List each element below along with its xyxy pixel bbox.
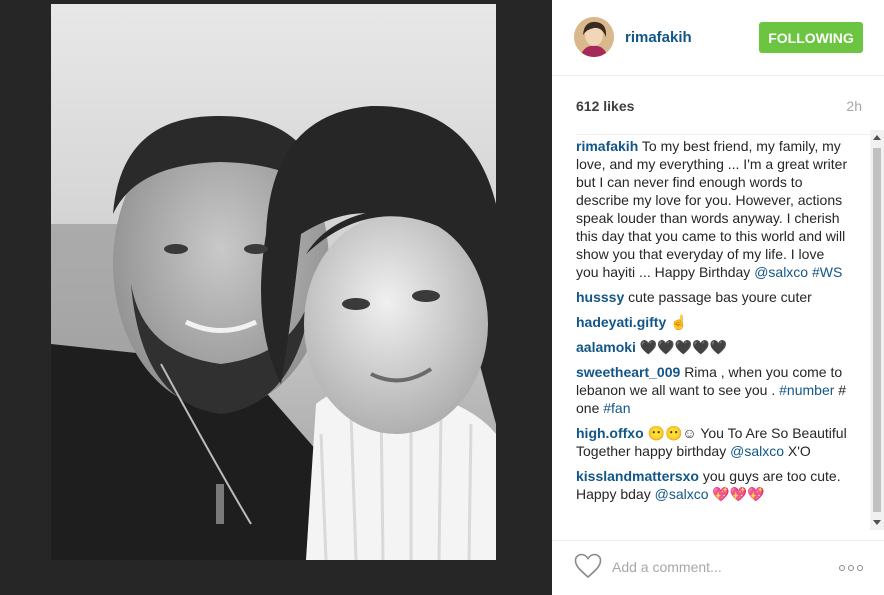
- list-item: hadeyati.gifty ☝: [576, 313, 850, 331]
- list-item: kisslandmattersxo you guys are too cute.…: [576, 467, 850, 503]
- photo-panel: [0, 0, 552, 595]
- hashtag-link[interactable]: #fan: [603, 400, 630, 416]
- following-button[interactable]: FOLLOWING: [759, 22, 863, 53]
- likes-count[interactable]: 612 likes: [576, 98, 634, 114]
- scroll-up-arrow-icon[interactable]: [873, 135, 881, 140]
- comment-user[interactable]: high.offxo: [576, 425, 644, 441]
- comment-user[interactable]: hadeyati.gifty: [576, 314, 666, 330]
- heart-icon[interactable]: [574, 553, 602, 579]
- list-item: rimafakih To my best friend, my family, …: [576, 137, 850, 281]
- post-sidebar: rimafakih FOLLOWING 612 likes 2h rimafak…: [552, 0, 884, 595]
- comment-text: 💖💖💖: [708, 486, 765, 502]
- comments-scrollbar[interactable]: [870, 130, 884, 530]
- comment-user[interactable]: husssy: [576, 289, 624, 305]
- comment-text: cute passage bas youre cuter: [628, 289, 812, 305]
- add-comment-input[interactable]: [612, 557, 822, 577]
- hashtag-link[interactable]: #number: [779, 382, 834, 398]
- comment-text: X'O: [784, 443, 811, 459]
- avatar[interactable]: [574, 17, 614, 57]
- comment-user[interactable]: rimafakih: [576, 138, 638, 154]
- mention-link[interactable]: @salxco: [754, 264, 808, 280]
- comment-user[interactable]: kisslandmattersxo: [576, 468, 699, 484]
- comment-text: To my best friend, my family, my love, a…: [576, 138, 848, 280]
- scroll-down-arrow-icon[interactable]: [873, 520, 881, 525]
- comment-list: rimafakih To my best friend, my family, …: [576, 134, 876, 532]
- post-header: rimafakih FOLLOWING: [552, 0, 884, 76]
- mention-link[interactable]: @salxco: [655, 486, 709, 502]
- list-item: aalamoki 🖤🖤🖤🖤🖤: [576, 338, 850, 356]
- post-time[interactable]: 2h: [846, 98, 862, 114]
- list-item: husssy cute passage bas youre cuter: [576, 288, 850, 306]
- comment-bar: [552, 540, 884, 595]
- comment-text: ☝: [670, 314, 688, 330]
- hashtag-link[interactable]: #WS: [812, 264, 842, 280]
- username[interactable]: rimafakih: [625, 29, 692, 46]
- more-options-icon[interactable]: [837, 565, 867, 571]
- post-photo: [51, 4, 496, 560]
- post-stats: 612 likes 2h: [576, 96, 862, 116]
- list-item: sweetheart_009 Rima , when you come to l…: [576, 363, 850, 417]
- comment-user[interactable]: sweetheart_009: [576, 364, 680, 380]
- comment-user[interactable]: aalamoki: [576, 339, 636, 355]
- scrollbar-thumb[interactable]: [873, 148, 881, 512]
- list-item: high.offxo 😶😶☺ You To Are So Beautiful T…: [576, 424, 850, 460]
- mention-link[interactable]: @salxco: [730, 443, 784, 459]
- comment-text: 🖤🖤🖤🖤🖤: [639, 339, 727, 355]
